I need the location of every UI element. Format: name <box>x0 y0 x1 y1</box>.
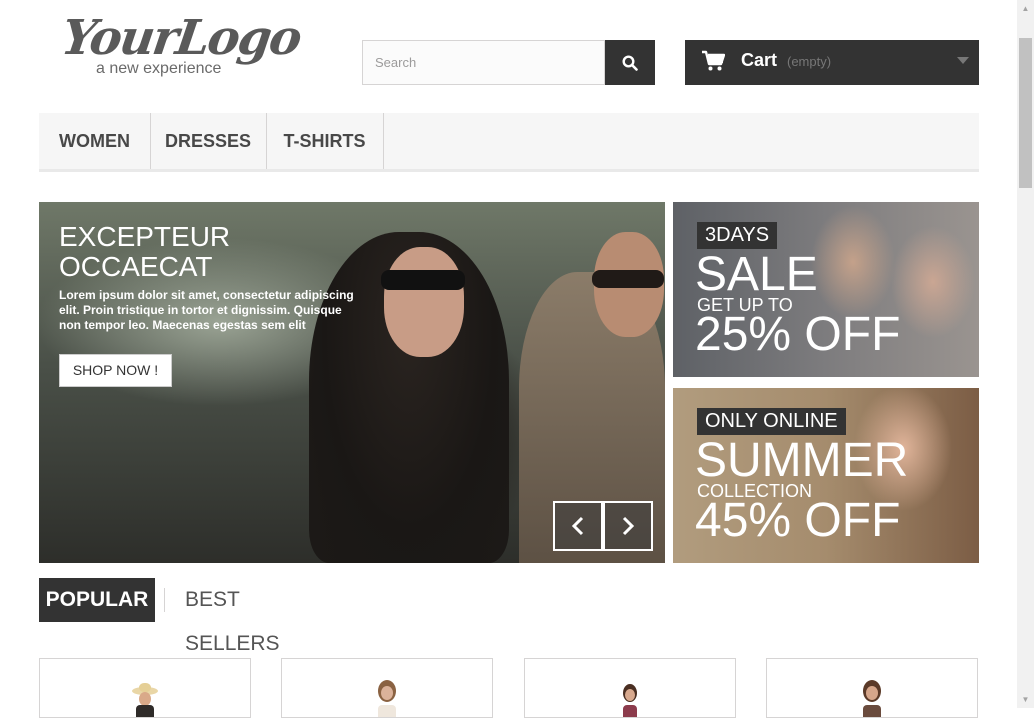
logo-tagline: a new experience <box>96 60 222 77</box>
cart-button[interactable]: Cart (empty) <box>685 40 979 85</box>
product-card[interactable] <box>524 658 736 718</box>
promo-tag: ONLY ONLINE <box>697 408 846 435</box>
promo-banner-summer[interactable]: ONLY ONLINE SUMMER COLLECTION 45% OFF <box>673 388 979 563</box>
scrollbar-thumb[interactable] <box>1019 38 1032 188</box>
search-icon <box>622 54 638 71</box>
scroll-up-arrow-icon[interactable]: ▲ <box>1017 0 1034 17</box>
chevron-left-icon <box>571 516 584 536</box>
hero-description: Lorem ipsum dolor sit amet, consectetur … <box>59 288 354 332</box>
promo-headline: SUMMER <box>695 434 909 487</box>
promo-discount: 25% OFF <box>695 308 901 361</box>
hero-image-man-sunglasses <box>592 270 664 288</box>
product-thumbnail-blouse <box>378 680 396 717</box>
logo-script-text: YourLogo <box>58 10 304 66</box>
scroll-down-arrow-icon[interactable]: ▼ <box>1017 691 1034 708</box>
hero-title: EXCEPTEUR OCCAECAT <box>59 222 230 282</box>
page-scrollbar[interactable]: ▲ ▼ <box>1017 0 1034 708</box>
hero-image-woman-sunglasses <box>381 270 465 290</box>
site-logo[interactable]: YourLogo a new experience <box>58 10 304 82</box>
shopping-cart-icon <box>702 50 725 71</box>
hero-title-line2: OCCAECAT <box>59 251 213 282</box>
tab-popular[interactable]: POPULAR <box>39 578 155 622</box>
search-input[interactable] <box>362 40 605 85</box>
nav-item-dresses[interactable]: DRESSES <box>150 113 267 169</box>
slider-prev-button[interactable] <box>553 501 603 551</box>
product-thumbnail-top <box>863 680 881 717</box>
product-card[interactable] <box>766 658 978 718</box>
promo-tag: 3DAYS <box>697 222 778 249</box>
cart-label: Cart <box>741 50 778 70</box>
search-bar <box>362 40 655 85</box>
main-menu: WOMEN DRESSES T-SHIRTS <box>39 113 979 172</box>
nav-item-t-shirts[interactable]: T-SHIRTS <box>266 113 384 169</box>
hero-image-woman-face <box>384 247 464 357</box>
tab-divider <box>164 588 165 612</box>
promo-headline: SALE <box>695 248 818 301</box>
search-button[interactable] <box>605 40 655 85</box>
nav-item-women[interactable]: WOMEN <box>39 113 151 169</box>
chevron-right-icon <box>622 516 635 536</box>
product-card[interactable] <box>281 658 493 718</box>
cart-quantity: (empty) <box>787 54 832 69</box>
promo-banner-sale[interactable]: 3DAYS SALE GET UP TO 25% OFF <box>673 202 979 377</box>
product-thumbnail-hat <box>132 683 158 717</box>
chevron-down-icon <box>957 57 969 64</box>
tab-best-sellers[interactable]: BEST SELLERS <box>185 578 280 655</box>
slider-next-button[interactable] <box>603 501 653 551</box>
hero-title-line1: EXCEPTEUR <box>59 221 231 252</box>
product-thumbnail-dress <box>623 684 637 717</box>
promo-discount: 45% OFF <box>695 494 901 547</box>
product-card[interactable] <box>39 658 251 718</box>
shop-now-button[interactable]: SHOP NOW ! <box>59 354 172 387</box>
hero-slider: EXCEPTEUR OCCAECAT Lorem ipsum dolor sit… <box>39 202 665 563</box>
